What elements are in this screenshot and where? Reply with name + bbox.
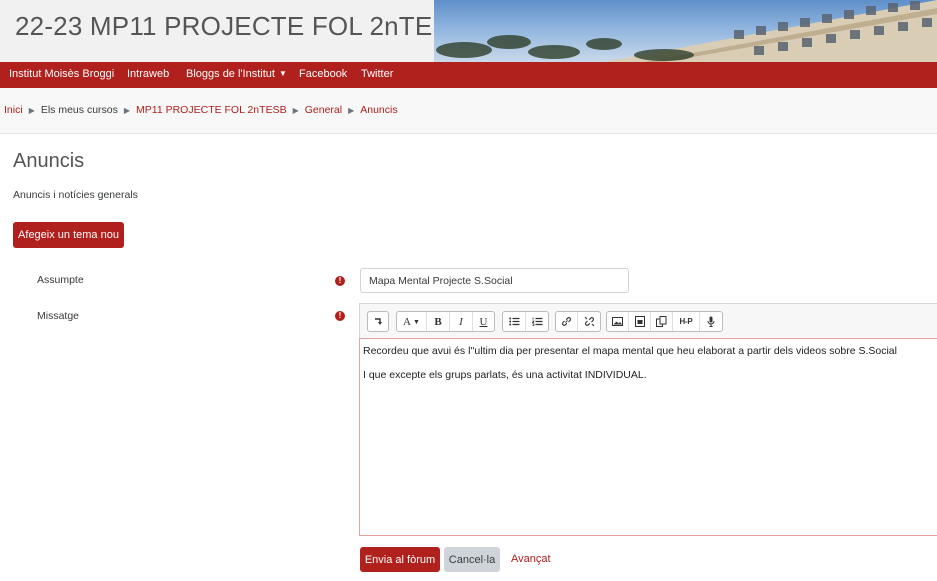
advanced-link[interactable]: Avançat (511, 553, 551, 565)
breadcrumb-item-course[interactable]: MP11 PROJECTE FOL 2nTESB (136, 104, 287, 116)
nav-item-bloggs[interactable]: Bloggs de l'Institut ▼ (186, 68, 287, 80)
unordered-list-icon[interactable] (503, 312, 526, 331)
manage-files-icon[interactable] (651, 312, 673, 331)
cancel-button[interactable]: Cancel·la (444, 547, 500, 572)
media-icon[interactable] (629, 312, 651, 331)
link-icon[interactable] (556, 312, 578, 331)
breadcrumb-item-els-meus-cursos: Els meus cursos (40, 104, 118, 116)
breadcrumb-bar: Inici ▶ Els meus cursos ▶ MP11 PROJECTE … (0, 88, 937, 134)
breadcrumb-separator-icon: ▶ (348, 105, 355, 115)
message-label: Missatge (37, 310, 80, 322)
italic-icon[interactable]: I (450, 312, 473, 331)
h5p-icon[interactable]: H-P (673, 312, 700, 331)
nav-item-label: Institut Moisès Broggi (9, 68, 115, 80)
record-audio-icon[interactable] (700, 312, 722, 331)
forum-description: Anuncis i notícies generals (13, 189, 138, 201)
nav-item-institut[interactable]: Institut Moisès Broggi (9, 68, 114, 80)
breadcrumb-item-general[interactable]: General (305, 104, 342, 116)
nav-item-intraweb[interactable]: Intraweb (127, 68, 169, 80)
required-icon: ! (335, 311, 345, 321)
breadcrumb-separator-icon: ▶ (123, 105, 131, 115)
breadcrumb-item-inici[interactable]: Inici (4, 104, 23, 116)
nav-item-facebook[interactable]: Facebook (299, 68, 347, 80)
toolbar-group-collapse (367, 311, 389, 332)
nav-item-label: Facebook (299, 68, 348, 80)
toolbar-group-style: A ▼ B I U (396, 311, 495, 332)
editor-toolbar: A ▼ B I U H-P (359, 303, 937, 338)
font-color-icon[interactable]: A ▼ (397, 312, 427, 331)
breadcrumb: Inici ▶ Els meus cursos ▶ MP11 PROJECTE … (4, 104, 398, 116)
main-navbar: Institut Moisès Broggi Intraweb Bloggs d… (0, 62, 937, 88)
image-icon[interactable] (607, 312, 629, 331)
toggle-toolbar-icon[interactable] (368, 312, 388, 331)
message-editor: A ▼ B I U H-P Recordeu que avui és l''ul… (359, 303, 937, 536)
toolbar-group-links (555, 311, 601, 332)
subject-label: Assumpte (37, 274, 84, 286)
nav-item-label: Bloggs de l'Institut (186, 68, 275, 80)
message-paragraph: I que excepte els grups parlats, és una … (363, 369, 647, 382)
nav-item-label: Twitter (361, 68, 394, 80)
page-title: Anuncis (13, 150, 85, 172)
building-photo-illustration (436, 0, 937, 62)
ordered-list-icon[interactable] (526, 312, 548, 331)
subject-input[interactable] (360, 268, 629, 293)
message-content-editable[interactable]: Recordeu que avui és l''ultim dia per pr… (359, 338, 937, 536)
required-icon: ! (335, 276, 345, 286)
font-color-glyph: A (403, 315, 411, 328)
breadcrumb-item-anuncis[interactable]: Anuncis (360, 104, 397, 116)
submit-to-forum-button[interactable]: Envia al fòrum (360, 547, 440, 572)
breadcrumb-separator-icon: ▶ (28, 105, 35, 115)
page-header: 22-23 MP11 PROJECTE FOL 2nTESB (0, 0, 937, 62)
header-banner-image (434, 0, 937, 62)
add-topic-button[interactable]: Afegeix un tema nou (13, 222, 124, 248)
unlink-icon[interactable] (578, 312, 600, 331)
bold-icon[interactable]: B (427, 312, 450, 331)
caret-down-icon: ▼ (278, 69, 287, 78)
underline-icon[interactable]: U (473, 312, 494, 331)
course-title: 22-23 MP11 PROJECTE FOL 2nTESB (15, 11, 468, 41)
toolbar-group-media: H-P (606, 311, 723, 332)
nav-item-twitter[interactable]: Twitter (361, 68, 393, 80)
breadcrumb-separator-icon: ▶ (292, 105, 299, 115)
toolbar-group-lists (502, 311, 549, 332)
message-paragraph: Recordeu que avui és l''ultim dia per pr… (363, 345, 897, 357)
caret-down-icon: ▼ (413, 317, 420, 326)
nav-item-label: Intraweb (127, 68, 170, 80)
